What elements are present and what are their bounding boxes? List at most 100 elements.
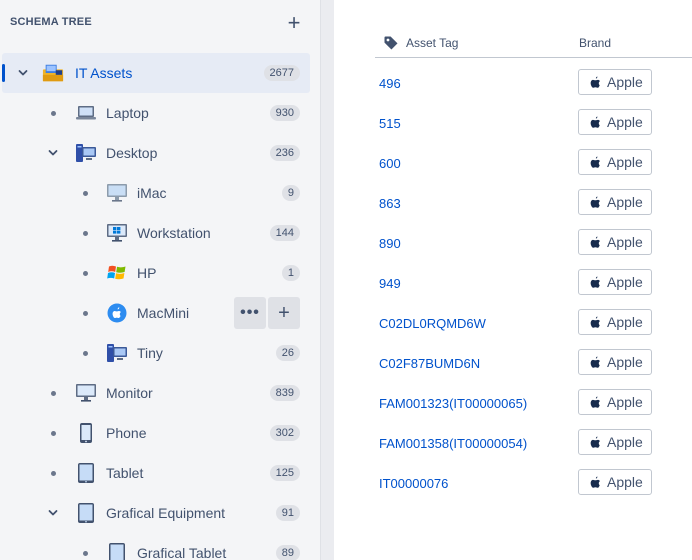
tree-node-macmini[interactable]: MacMini ••• + (0, 293, 310, 333)
it-assets-icon (42, 62, 64, 84)
table-row: 600 Apple (375, 142, 692, 182)
row-actions: ••• + (234, 297, 300, 329)
brand-reference-button[interactable]: Apple (578, 269, 652, 295)
apple-logo-icon (590, 276, 600, 288)
chevron-down-icon[interactable] (46, 146, 60, 160)
asset-tag-link[interactable]: 600 (379, 156, 401, 171)
bullet-icon (83, 311, 88, 316)
objects-table: Asset Tag Brand 496 Apple 515 Apple 600 … (334, 0, 692, 560)
tree-node-label: Grafical Tablet (137, 545, 227, 560)
asset-tag-link[interactable]: C02DL0RQMD6W (379, 316, 486, 331)
tree-node-hp[interactable]: HP 1 (0, 253, 310, 293)
bullet-icon (83, 231, 88, 236)
asset-tag-link[interactable]: FAM001323(IT00000065) (379, 396, 527, 411)
bullet-icon (51, 431, 56, 436)
brand-reference-button[interactable]: Apple (578, 309, 652, 335)
column-header-brand[interactable]: Brand (579, 36, 611, 50)
apple-logo-icon (590, 196, 600, 208)
workstation-icon (106, 222, 128, 244)
brand-reference-button[interactable]: Apple (578, 389, 652, 415)
tree-node-grafical-equipment[interactable]: Grafical Equipment 91 (0, 493, 310, 533)
bullet-icon (83, 551, 88, 556)
table-row: FAM001358(IT00000054) Apple (375, 422, 692, 462)
bullet-icon (83, 351, 88, 356)
panel-resize-divider[interactable] (320, 0, 334, 560)
tree-node-label: Phone (106, 425, 147, 441)
tree-node-label: MacMini (137, 305, 190, 321)
chevron-down-icon[interactable] (16, 66, 30, 80)
bullet-icon (51, 471, 56, 476)
tag-icon (383, 35, 399, 51)
tree-node-label: iMac (137, 185, 167, 201)
asset-tag-link[interactable]: 515 (379, 116, 401, 131)
laptop-icon (75, 102, 97, 124)
brand-label: Apple (607, 154, 643, 170)
tree-node-label: Grafical Equipment (106, 505, 226, 521)
tree-node-monitor[interactable]: Monitor 839 (0, 373, 310, 413)
add-child-button[interactable]: + (268, 297, 300, 329)
brand-reference-button[interactable]: Apple (578, 349, 652, 375)
tree-node-it-assets[interactable]: IT Assets 2677 (2, 53, 310, 93)
column-header-asset-tag[interactable]: Asset Tag (406, 36, 458, 50)
schema-tree-sidebar: SCHEMA TREE + IT Assets 2677 Laptop 930 … (0, 0, 320, 560)
tablet-icon (106, 542, 128, 560)
tree-node-label: Tablet (106, 465, 144, 481)
object-count-badge: 930 (269, 105, 300, 121)
brand-reference-button[interactable]: Apple (578, 109, 652, 135)
asset-tag-link[interactable]: 496 (379, 76, 401, 91)
brand-reference-button[interactable]: Apple (578, 469, 652, 495)
tree-node-grafical-tablet[interactable]: Grafical Tablet 89 (0, 533, 310, 560)
tree-node-label: Desktop (106, 145, 158, 161)
tree-node-imac[interactable]: iMac 9 (0, 173, 310, 213)
table-row: FAM001323(IT00000065) Apple (375, 382, 692, 422)
tree-node-workstation[interactable]: Workstation 144 (0, 213, 310, 253)
add-object-type-button[interactable]: + (282, 11, 306, 35)
object-count-badge: 2677 (263, 65, 300, 81)
tablet-icon (75, 502, 97, 524)
object-count-badge: 144 (269, 225, 300, 241)
brand-label: Apple (607, 354, 643, 370)
tree-node-label: Laptop (106, 105, 149, 121)
brand-label: Apple (607, 114, 643, 130)
table-row: 515 Apple (375, 102, 692, 142)
asset-tag-link[interactable]: 890 (379, 236, 401, 251)
tree-node-laptop[interactable]: Laptop 930 (0, 93, 310, 133)
desktop-icon (106, 342, 128, 364)
table-row: 890 Apple (375, 222, 692, 262)
brand-label: Apple (607, 74, 643, 90)
brand-label: Apple (607, 314, 643, 330)
asset-tag-link[interactable]: 949 (379, 276, 401, 291)
brand-reference-button[interactable]: Apple (578, 429, 652, 455)
sidebar-header: SCHEMA TREE + (0, 0, 320, 46)
apple-logo-icon (590, 236, 600, 248)
asset-tag-link[interactable]: IT00000076 (379, 476, 448, 491)
object-count-badge: 302 (269, 425, 300, 441)
tree-node-phone[interactable]: Phone 302 (0, 413, 310, 453)
desktop-icon (75, 142, 97, 164)
brand-reference-button[interactable]: Apple (578, 229, 652, 255)
brand-reference-button[interactable]: Apple (578, 69, 652, 95)
apple-logo-icon (590, 436, 600, 448)
tablet-icon (75, 462, 97, 484)
chevron-down-icon[interactable] (46, 506, 60, 520)
tree-node-tablet[interactable]: Tablet 125 (0, 453, 310, 493)
table-row: 863 Apple (375, 182, 692, 222)
object-count-badge: 236 (269, 145, 300, 161)
table-row: C02F87BUMD6N Apple (375, 342, 692, 382)
phone-icon (75, 422, 97, 444)
tree-node-tiny[interactable]: Tiny 26 (0, 333, 310, 373)
bullet-icon (51, 111, 56, 116)
asset-tag-link[interactable]: 863 (379, 196, 401, 211)
asset-tag-link[interactable]: C02F87BUMD6N (379, 356, 480, 371)
more-actions-button[interactable]: ••• (234, 297, 266, 329)
apple-logo-icon (590, 116, 600, 128)
tree-node-label: HP (137, 265, 157, 281)
asset-tag-link[interactable]: FAM001358(IT00000054) (379, 436, 527, 451)
object-count-badge: 9 (281, 185, 300, 201)
apple-logo-icon (590, 476, 600, 488)
object-count-badge: 91 (275, 505, 300, 521)
brand-reference-button[interactable]: Apple (578, 189, 652, 215)
tree-node-desktop[interactable]: Desktop 236 (0, 133, 310, 173)
brand-reference-button[interactable]: Apple (578, 149, 652, 175)
table-row: 949 Apple (375, 262, 692, 302)
